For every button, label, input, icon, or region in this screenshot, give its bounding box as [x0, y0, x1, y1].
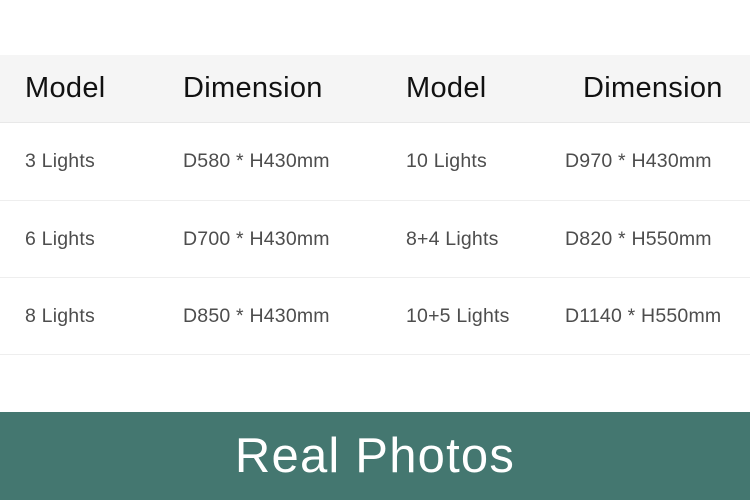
cell-model-right: 8+4 Lights [378, 200, 555, 278]
cell-dimension-left: D700 * H430mm [158, 200, 378, 278]
real-photos-title: Real Photos [234, 428, 516, 483]
cell-dimension-right: D1140 * H550mm [555, 277, 750, 355]
table-header-row: Model Dimension Model Dimension [0, 55, 750, 123]
column-header-model-left: Model [0, 55, 158, 123]
table-row: 3 Lights D580 * H430mm 10 Lights D970 * … [0, 122, 750, 201]
table-row: 8 Lights D850 * H430mm 10+5 Lights D1140… [0, 277, 750, 355]
column-header-model-right: Model [378, 55, 555, 123]
table-header: Model Dimension Model Dimension [0, 55, 750, 123]
real-photos-banner: Real Photos [0, 412, 750, 500]
cell-dimension-right: D970 * H430mm [555, 122, 750, 201]
cell-dimension-left: D580 * H430mm [158, 122, 378, 201]
cell-model-left: 3 Lights [0, 122, 158, 201]
cell-model-right: 10+5 Lights [378, 277, 555, 355]
cell-model-left: 6 Lights [0, 200, 158, 278]
banner-gap [0, 355, 750, 415]
cell-dimension-left: D850 * H430mm [158, 277, 378, 355]
column-header-dimension-left: Dimension [158, 55, 378, 123]
cell-model-right: 10 Lights [378, 122, 555, 201]
cell-model-left: 8 Lights [0, 277, 158, 355]
specification-table: Model Dimension Model Dimension 3 Lights… [0, 55, 750, 355]
table-body: 3 Lights D580 * H430mm 10 Lights D970 * … [0, 122, 750, 355]
table-row: 6 Lights D700 * H430mm 8+4 Lights D820 *… [0, 200, 750, 278]
product-spec-page: Model Dimension Model Dimension 3 Lights… [0, 0, 750, 500]
top-spacer [0, 0, 750, 55]
column-header-dimension-right: Dimension [555, 55, 750, 123]
cell-dimension-right: D820 * H550mm [555, 200, 750, 278]
